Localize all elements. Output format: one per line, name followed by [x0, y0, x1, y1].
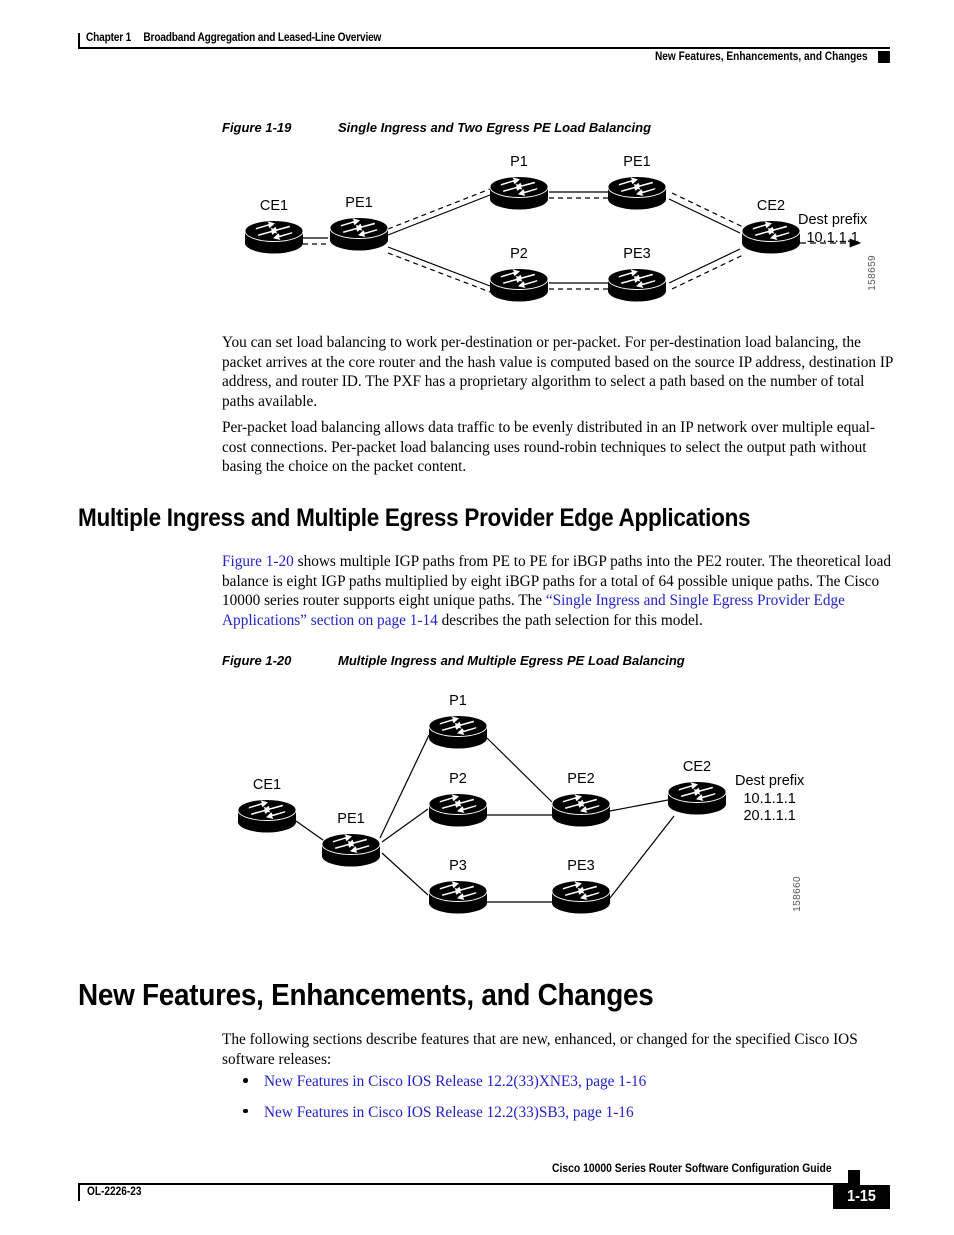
figure-20-diagram: CE1 PE1 P1 P2 P3 PE2 PE3 CE2 Dest prefix…: [222, 690, 895, 930]
figure-20-node-pe3: PE3: [552, 858, 610, 917]
figure-19-node-pe1-egress-label: PE1: [623, 154, 651, 170]
header-chapter-title: Broadband Aggregation and Leased-Line Ov…: [143, 32, 382, 44]
figure-20-node-pe2: PE2: [552, 771, 610, 830]
figure-19-title: Single Ingress and Two Egress PE Load Ba…: [338, 120, 652, 135]
figure-20-dest-prefix-line2: 10.1.1.1: [743, 790, 796, 807]
figure-19-node-pe3-label: PE3: [623, 246, 651, 262]
figure-19-caption: Figure 1-19 Single Ingress and Two Egress…: [222, 120, 651, 135]
bullet-dot-icon: [243, 1078, 248, 1083]
link-new-features-xne3[interactable]: New Features in Cisco IOS Release 12.2(3…: [264, 1073, 646, 1090]
figure-19-dest-prefix-line1: Dest prefix: [798, 212, 868, 228]
figure-19-number: Figure 1-19: [222, 120, 292, 135]
paragraph-per-packet: Per-packet load balancing allows data tr…: [222, 419, 876, 476]
page-footer: Cisco 10000 Series Router Software Confi…: [78, 1160, 890, 1210]
header-chapter-number: Chapter 1: [86, 32, 132, 44]
figure-19-node-ce2: CE2: [742, 198, 800, 257]
link-figure-1-20[interactable]: Figure 1-20: [222, 553, 294, 570]
page-header: Chapter 1 Broadband Aggregation and Lease…: [78, 30, 890, 76]
figure-19-node-pe1-egress: PE1: [608, 154, 666, 213]
footer-marker-square: [848, 1170, 860, 1185]
figure-19-node-p1-label: P1: [510, 154, 528, 170]
figure-20-node-p3-label: P3: [449, 858, 467, 874]
heading-new-features-enhancements-changes: New Features, Enhancements, and Changes: [78, 977, 654, 1012]
link-new-features-sb3[interactable]: New Features in Cisco IOS Release 12.2(3…: [264, 1104, 634, 1121]
figure-19-id: 158659: [867, 255, 878, 291]
figure-19-node-p2-label: P2: [510, 246, 528, 262]
footer-page-number: 1-15: [847, 1188, 876, 1205]
figure-19-node-pe1-ingress: PE1: [330, 195, 388, 254]
figure-19-dest-prefix-annotation: Dest prefix 10.1.1.1: [798, 212, 867, 247]
paragraph-per-destination: You can set load balancing to work per-d…: [222, 334, 893, 410]
paragraph-new-features-intro: The following sections describe features…: [222, 1031, 858, 1068]
figure-19-node-p2: P2: [490, 246, 548, 305]
bullet-dot-icon: [243, 1108, 248, 1114]
paragraph-multiple-intro-text-2: describes the path selection for this mo…: [437, 611, 703, 629]
figure-19-diagram: CE1 PE1 P1 P2 PE1 PE3 CE2 Dest prefix 10…: [222, 154, 895, 320]
figure-20-node-p2-label: P2: [449, 771, 467, 787]
figure-20-node-pe1-label: PE1: [337, 811, 365, 827]
figure-19-node-ce1: CE1: [245, 198, 303, 257]
figure-20-title: Multiple Ingress and Multiple Egress PE …: [338, 653, 685, 668]
figure-20-node-ce2-label: CE2: [682, 759, 712, 775]
figure-20-node-p1-label: P1: [449, 693, 467, 709]
figure-20-node-p3: P3: [429, 858, 487, 917]
header-marker-square: [878, 51, 890, 63]
paragraph-new-features-intro-block: The following sections describe features…: [222, 1030, 895, 1069]
footer-document-id: OL-2226-23: [87, 1186, 142, 1198]
header-section-title: New Features, Enhancements, and Changes: [655, 51, 868, 63]
footer-guide-title: Cisco 10000 Series Router Software Confi…: [552, 1163, 832, 1175]
paragraph-per-destination-block: You can set load balancing to work per-d…: [222, 333, 895, 411]
figure-20-dest-prefix-annotation: Dest prefix 10.1.1.1 20.1.1.1: [735, 773, 804, 826]
header-chapter: Chapter 1 Broadband Aggregation and Lease…: [86, 32, 381, 44]
figure-19-node-pe3: PE3: [608, 246, 666, 305]
figure-20-node-ce1-label: CE1: [252, 777, 282, 793]
figure-19-node-ce1-label: CE1: [259, 198, 289, 214]
footer-divider: [78, 1183, 848, 1185]
heading-multiple-ingress-egress: Multiple Ingress and Multiple Egress Pro…: [78, 504, 751, 532]
figure-20-dest-prefix-line1: Dest prefix: [735, 773, 805, 789]
figure-19-dest-prefix-line2: 10.1.1.1: [806, 229, 859, 246]
figure-19-node-pe1-ingress-label: PE1: [345, 195, 373, 211]
figure-20-node-pe1: PE1: [322, 811, 380, 870]
figure-20-node-pe2-label: PE2: [567, 771, 595, 787]
new-features-link-list: New Features in Cisco IOS Release 12.2(3…: [236, 1072, 646, 1133]
figure-20-caption: Figure 1-20 Multiple Ingress and Multiple…: [222, 653, 685, 668]
figure-20-node-p2: P2: [429, 771, 487, 830]
figure-20-dest-prefix-line3: 20.1.1.1: [743, 808, 796, 824]
paragraph-per-packet-block: Per-packet load balancing allows data tr…: [222, 418, 895, 477]
header-divider: [78, 47, 890, 49]
list-item: New Features in Cisco IOS Release 12.2(3…: [236, 1072, 646, 1092]
paragraph-multiple-intro: Figure 1-20 shows multiple IGP paths fro…: [222, 552, 895, 630]
footer-tick-mark: [78, 1185, 80, 1201]
list-item: New Features in Cisco IOS Release 12.2(3…: [236, 1103, 646, 1123]
figure-20-node-ce2: CE2: [668, 759, 726, 818]
figure-19-node-p1: P1: [490, 154, 548, 213]
figure-20-number: Figure 1-20: [222, 653, 292, 668]
paragraph-multiple-intro-block: Figure 1-20 shows multiple IGP paths fro…: [222, 552, 895, 630]
figure-20-node-pe3-label: PE3: [567, 858, 595, 874]
figure-20-node-ce1: CE1: [238, 777, 296, 836]
figure-20-node-p1: P1: [429, 693, 487, 752]
figure-20-id: 158660: [792, 876, 803, 912]
figure-19-node-ce2-label: CE2: [756, 198, 786, 214]
